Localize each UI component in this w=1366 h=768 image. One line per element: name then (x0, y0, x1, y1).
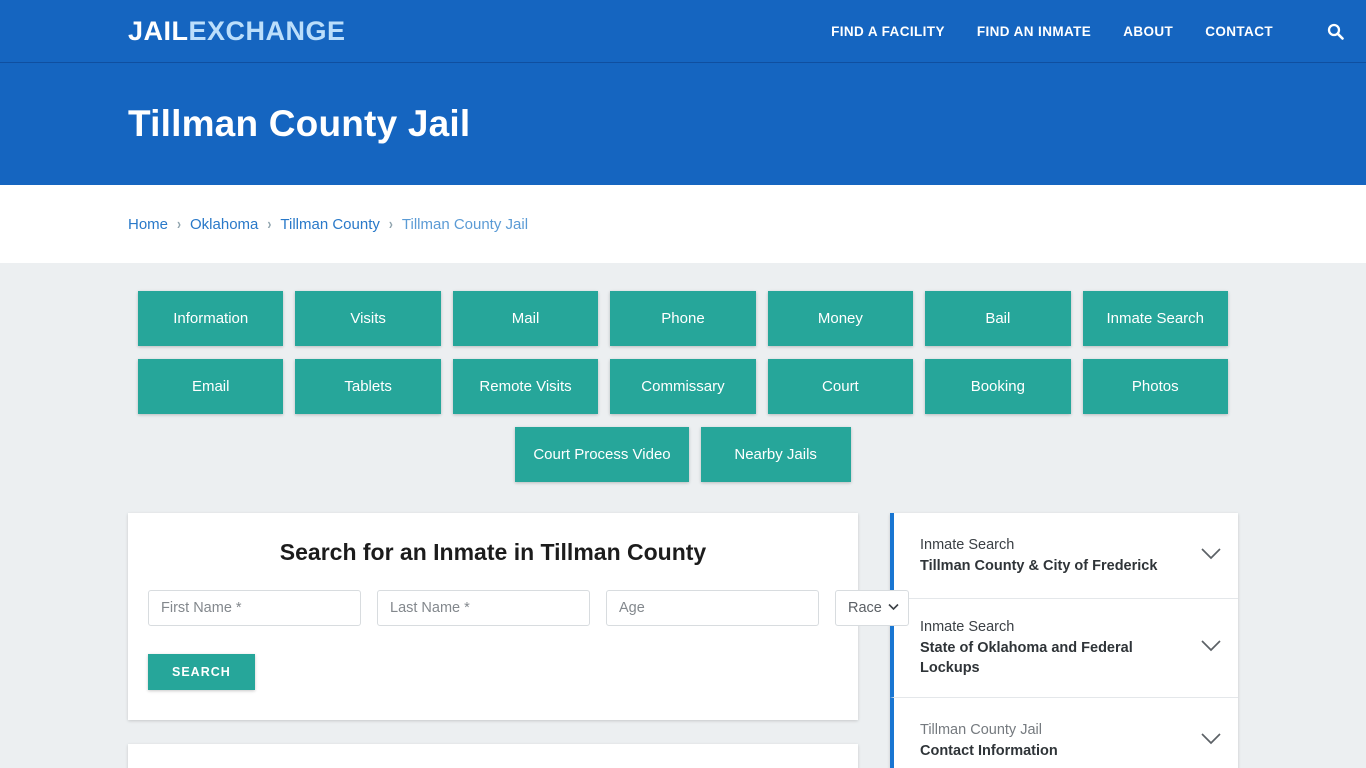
site-logo[interactable]: JAILEXCHANGE (128, 16, 346, 47)
chevron-right-icon: › (388, 214, 393, 234)
race-select-wrapper: Race (835, 590, 909, 626)
first-name-input[interactable] (148, 590, 361, 626)
accordion-item-subheading: Contact Information (920, 742, 1058, 759)
inmate-search-form: Race (148, 590, 909, 626)
tab-visits[interactable]: Visits (295, 291, 441, 346)
tab-inmate-search[interactable]: Inmate Search (1082, 291, 1228, 346)
breadcrumb-bar: Home › Oklahoma › Tillman County › Tillm… (0, 185, 1366, 263)
breadcrumb-item-tillman-county-jail[interactable]: Tillman County Jail (402, 216, 528, 233)
accordion-item-heading: Inmate Search (920, 619, 1015, 635)
tab-court-process-video[interactable]: Court Process Video (515, 427, 689, 482)
tab-row-1: Information Visits Mail Phone Money Bail… (138, 291, 1228, 346)
chevron-down-icon[interactable] (1200, 547, 1222, 565)
chevron-right-icon: › (267, 214, 272, 234)
chevron-down-icon[interactable] (1200, 732, 1222, 750)
search-submit-button[interactable]: SEARCH (148, 654, 255, 690)
tab-remote-visits[interactable]: Remote Visits (452, 359, 599, 414)
nav-link-find-an-inmate[interactable]: FIND AN INMATE (977, 24, 1091, 39)
tab-nearby-jails[interactable]: Nearby Jails (700, 427, 851, 482)
logo-text-primary: JAIL (128, 15, 189, 46)
breadcrumb: Home › Oklahoma › Tillman County › Tillm… (128, 214, 528, 234)
logo-text-secondary: EXCHANGE (188, 15, 346, 46)
last-name-input[interactable] (377, 590, 590, 626)
inmate-search-card: Search for an Inmate in Tillman County R… (128, 513, 909, 720)
right-sidebar: Inmate Search Tillman County & City of F… (890, 513, 1238, 768)
accordion-item-heading: Inmate Search (920, 536, 1015, 553)
breadcrumb-item-oklahoma[interactable]: Oklahoma (190, 216, 258, 233)
accordion-item-text: Inmate Search State of Oklahoma and Fede… (920, 617, 1190, 679)
nav-link-about[interactable]: ABOUT (1123, 24, 1173, 39)
chevron-down-icon[interactable] (1200, 639, 1222, 657)
tab-photos[interactable]: Photos (1082, 359, 1228, 414)
accordion-item-inmate-search-state[interactable]: Inmate Search State of Oklahoma and Fede… (890, 599, 1238, 698)
page-hero: Tillman County Jail (0, 63, 1366, 185)
tab-commissary[interactable]: Commissary (610, 359, 756, 414)
race-select[interactable]: Race (835, 590, 909, 626)
breadcrumb-item-home[interactable]: Home (128, 216, 168, 233)
tab-booking[interactable]: Booking (925, 359, 1071, 414)
jail-information-card: Tillman County Jail Information (128, 744, 858, 768)
page-title: Tillman County Jail (128, 103, 471, 144)
accordion-item-inmate-search-county[interactable]: Inmate Search Tillman County & City of F… (890, 513, 1238, 599)
tab-court[interactable]: Court (767, 359, 914, 414)
main-content: Search for an Inmate in Tillman County R… (0, 495, 1366, 768)
top-navbar: JAILEXCHANGE FIND A FACILITY FIND AN INM… (0, 0, 1366, 63)
tab-money[interactable]: Money (767, 291, 914, 346)
search-icon[interactable] (1327, 23, 1344, 40)
tab-email[interactable]: Email (138, 359, 284, 414)
chevron-right-icon: › (177, 214, 182, 234)
tab-information[interactable]: Information (138, 291, 284, 346)
inmate-search-title: Search for an Inmate in Tillman County (279, 539, 707, 565)
tab-row-2: Email Tablets Remote Visits Commissary C… (138, 359, 1228, 414)
tab-bail[interactable]: Bail (925, 291, 1071, 346)
tab-mail[interactable]: Mail (452, 291, 599, 346)
accordion-item-text: Inmate Search Tillman County & City of F… (920, 535, 1190, 576)
sidebar-accordion: Inmate Search Tillman County & City of F… (890, 513, 1238, 768)
tab-row-3: Court Process Video Nearby Jails (138, 427, 1228, 482)
accordion-item-subheading: State of Oklahoma and Federal Lockups (920, 639, 1133, 677)
age-input[interactable] (606, 590, 819, 626)
accordion-item-contact-information[interactable]: Tillman County Jail Contact Information (890, 697, 1238, 768)
nav-link-find-a-facility[interactable]: FIND A FACILITY (831, 24, 945, 39)
left-column: Search for an Inmate in Tillman County R… (128, 513, 909, 768)
tab-phone[interactable]: Phone (610, 291, 756, 346)
primary-navigation: FIND A FACILITY FIND AN INMATE ABOUT CON… (831, 23, 1344, 40)
nav-link-contact[interactable]: CONTACT (1205, 24, 1273, 39)
accordion-item-subheading: Tillman County & City of Frederick (920, 557, 1158, 574)
accordion-item-heading: Tillman County Jail (920, 722, 1042, 739)
accordion-item-text: Tillman County Jail Contact Information (920, 720, 1190, 761)
tab-tablets[interactable]: Tablets (295, 359, 441, 414)
breadcrumb-item-tillman-county[interactable]: Tillman County (280, 216, 379, 233)
section-tabs: Information Visits Mail Phone Money Bail… (0, 263, 1366, 482)
